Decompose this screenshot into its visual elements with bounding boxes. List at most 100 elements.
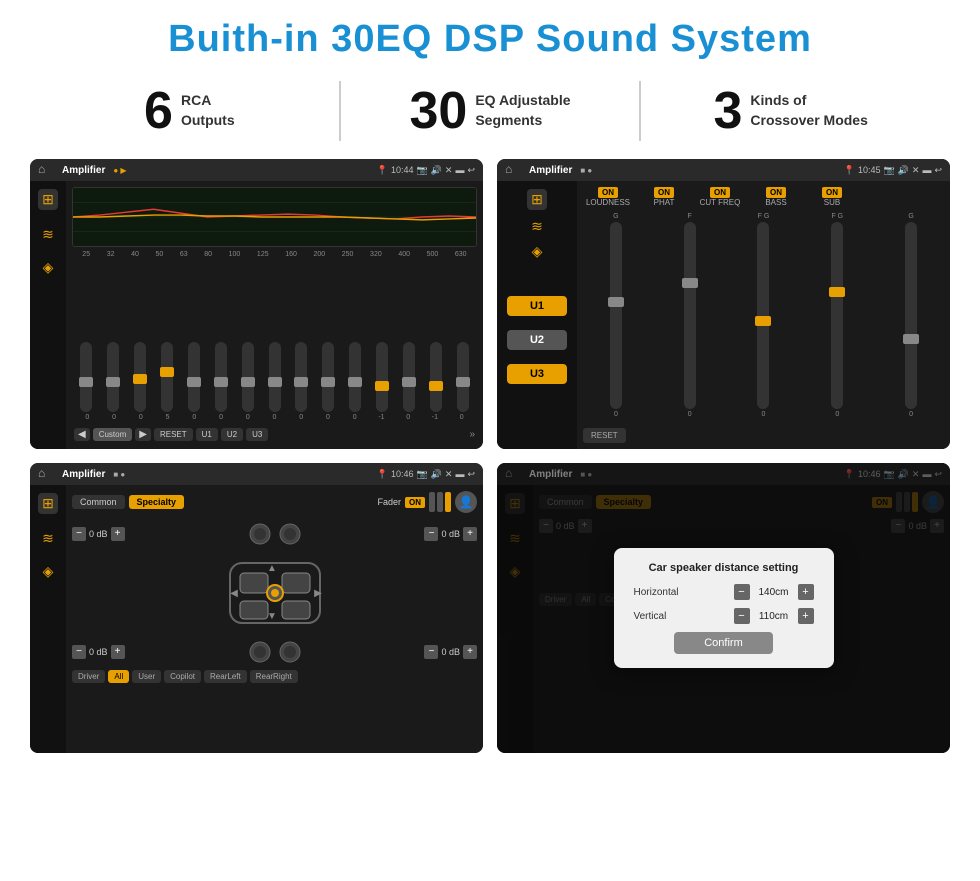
eq-slider-10[interactable] [343,342,367,414]
fader-mini-sliders [429,492,451,512]
fader-tabs: Common Specialty Fader ON 👤 [72,491,477,513]
eq-filter-icon[interactable]: ⊞ [38,189,58,210]
eq-speaker-icon[interactable]: ◈ [43,259,54,276]
location-icon-2: 📍 [844,165,855,176]
top-left-minus[interactable]: − [72,527,86,541]
avatar-icon[interactable]: 👤 [455,491,477,513]
fader-filter-icon[interactable]: ⊞ [38,493,58,514]
eq-slider-0[interactable] [74,342,98,414]
eq-slider-2[interactable] [128,342,152,414]
tab-common[interactable]: Common [72,495,125,509]
bot-right-minus[interactable]: − [424,645,438,659]
copilot-btn[interactable]: Copilot [164,670,201,683]
eq-slider-5[interactable] [209,342,233,414]
eq-side-icons: ⊞ ≋ ◈ [30,181,66,449]
rearleft-btn[interactable]: RearLeft [204,670,247,683]
speaker-distance-dialog: Car speaker distance setting Horizontal … [614,548,834,668]
eq-slider-9[interactable] [316,342,340,414]
fader-bottom-btns: Driver All User Copilot RearLeft RearRig… [72,670,477,683]
rearright-btn[interactable]: RearRight [250,670,298,683]
eq-reset-btn[interactable]: RESET [154,428,193,441]
back-icon-3[interactable]: ↩ [467,469,475,480]
eq-slider-3[interactable] [155,342,179,414]
home-icon-2[interactable]: ⌂ [505,162,521,178]
bot-left-plus[interactable]: + [111,645,125,659]
back-icon-eq[interactable]: ↩ [467,165,475,176]
vertical-row: Vertical − 110cm + [634,608,814,624]
close-icon-2: ✕ [912,165,920,176]
vertical-plus-btn[interactable]: + [798,608,814,624]
crossover-speaker-icon[interactable]: ◈ [532,243,543,260]
vertical-label: Vertical [634,611,667,622]
sub-slider-track[interactable] [905,222,917,409]
crossover-filter-icon[interactable]: ⊞ [527,189,547,210]
vertical-minus-btn[interactable]: − [734,608,750,624]
top-left-db: − 0 dB + [72,527,125,541]
top-db-row: − 0 dB + [72,519,477,549]
channel-phat: ON PHAT [639,187,689,207]
eq-slider-14[interactable] [451,342,475,414]
eq-main: 253240506380100125160200250320400500630 … [66,181,483,449]
eq-u1-btn[interactable]: U1 [196,428,218,441]
u2-preset[interactable]: U2 [507,330,567,350]
top-left-plus[interactable]: + [111,527,125,541]
eq-dots: ● ▶ [113,166,126,175]
top-right-minus[interactable]: − [424,527,438,541]
u1-preset[interactable]: U1 [507,296,567,316]
user-btn[interactable]: User [132,670,161,683]
eq-slider-8[interactable] [290,342,314,414]
fader-speaker-icon[interactable]: ◈ [43,563,54,580]
car-diagram-row: ▲ ▼ ◀ ▶ [72,553,477,633]
minimize-icon-3: ▬ [455,469,464,479]
top-right-val: 0 dB [441,529,460,539]
eq-expand-icon[interactable]: » [469,429,475,440]
eq-u3-btn[interactable]: U3 [246,428,268,441]
fader-side-icons: ⊞ ≋ ◈ [30,485,66,753]
eq-wave-icon[interactable]: ≋ [42,226,54,243]
bot-right-db: − 0 dB + [424,645,477,659]
bass-slider-track[interactable] [831,222,843,409]
eq-prev-btn[interactable]: ◀ [74,428,90,441]
loudness-slider-track[interactable] [610,222,622,409]
home-icon-3[interactable]: ⌂ [38,466,54,482]
eq-custom-btn[interactable]: Custom [93,428,133,441]
eq-slider-4[interactable] [182,342,206,414]
fader-wave-icon[interactable]: ≋ [42,530,54,547]
u3-preset[interactable]: U3 [507,364,567,384]
crossover-reset-btn[interactable]: RESET [583,428,626,443]
bot-left-val: 0 dB [89,647,108,657]
sub-on: ON [822,187,842,198]
eq-slider-6[interactable] [236,342,260,414]
tab-specialty[interactable]: Specialty [129,495,185,509]
phat-slider-track[interactable] [684,222,696,409]
eq-slider-7[interactable] [263,342,287,414]
bot-left-minus[interactable]: − [72,645,86,659]
eq-next-btn[interactable]: ▶ [135,428,151,441]
stat-rca-number: 6 [144,85,173,137]
all-btn[interactable]: All [108,670,129,683]
screen-dialog: ⌂ Amplifier ■ ● 📍 10:46 📷 🔊 ✕ ▬ ↩ ⊞ ≋ [497,463,950,753]
crossover-time: 10:45 [858,165,881,175]
back-icon-2[interactable]: ↩ [934,165,942,176]
bot-right-plus[interactable]: + [463,645,477,659]
confirm-button[interactable]: Confirm [674,632,773,654]
fader-dots: ■ ● [113,470,125,479]
home-icon[interactable]: ⌂ [38,162,54,178]
driver-btn[interactable]: Driver [72,670,105,683]
crossover-wave-icon[interactable]: ≋ [531,218,543,235]
horizontal-plus-btn[interactable]: + [798,584,814,600]
bot-right-val: 0 dB [441,647,460,657]
status-bar-eq: ⌂ Amplifier ● ▶ 📍 10:44 📷 🔊 ✕ ▬ ↩ [30,159,483,181]
stat-crossover-text: Kinds ofCrossover Modes [750,91,867,130]
cutfreq-slider-col: F G 0 [731,213,797,418]
cutfreq-slider-track[interactable] [757,222,769,409]
horizontal-minus-btn[interactable]: − [734,584,750,600]
eq-slider-1[interactable] [101,342,125,414]
bot-speakers-svg [245,637,305,667]
dialog-heading: Car speaker distance setting [634,562,814,574]
eq-u2-btn[interactable]: U2 [221,428,243,441]
eq-slider-12[interactable] [397,342,421,414]
eq-slider-13[interactable] [424,342,448,414]
eq-slider-11[interactable] [370,342,394,414]
top-right-plus[interactable]: + [463,527,477,541]
